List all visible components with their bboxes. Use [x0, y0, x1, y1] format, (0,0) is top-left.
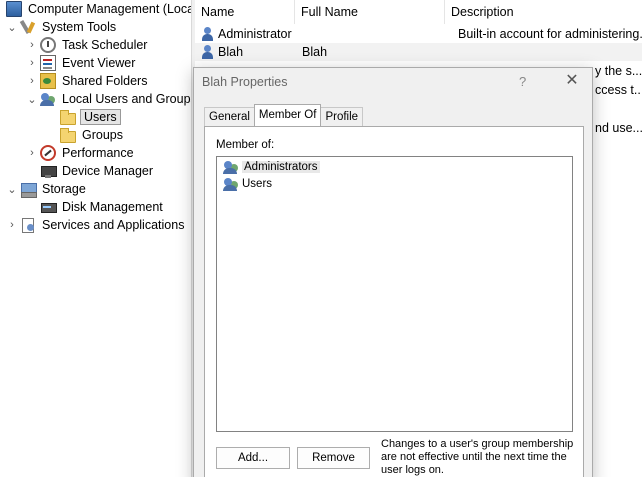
tree-item-shared-folders[interactable]: › Shared Folders	[26, 72, 149, 90]
group-label: Users	[242, 178, 273, 190]
tree-item-computer-management[interactable]: Computer Management (Local	[0, 0, 191, 18]
expander	[46, 126, 58, 144]
tree-item-label: Services and Applications	[42, 218, 185, 232]
column-header-full-name[interactable]: Full Name	[295, 0, 445, 24]
chevron-down-icon[interactable]: ⌄	[6, 180, 18, 198]
hidden-description: ccess t...	[595, 83, 642, 97]
chevron-right-icon[interactable]: ›	[26, 72, 38, 90]
users-groups-icon	[40, 91, 56, 107]
group-icon	[223, 176, 239, 192]
tree-item-label: Disk Management	[62, 200, 163, 214]
cell-description: Built-in account for administering...	[458, 27, 642, 41]
tree-item-label: Users	[80, 109, 121, 125]
tree-item-label: System Tools	[42, 20, 117, 34]
tree-item-label: Performance	[62, 146, 134, 160]
group-item-administrators[interactable]: Administrators	[223, 159, 320, 175]
tree-item-users[interactable]: Users	[46, 108, 121, 126]
list-row-administrator[interactable]: Administrator Built-in account for admin…	[195, 25, 642, 43]
dialog-title: Blah Properties	[202, 75, 288, 89]
cell-name: Blah	[218, 45, 244, 59]
chevron-right-icon[interactable]: ›	[26, 54, 38, 72]
tree-item-label: Local Users and Groups	[62, 92, 191, 106]
chevron-right-icon[interactable]: ›	[26, 36, 38, 54]
folder-icon	[60, 128, 76, 143]
tree-item-label: Task Scheduler	[62, 38, 148, 52]
close-icon[interactable]: ✕	[562, 71, 582, 91]
tree-item-label: Computer Management (Local	[28, 2, 191, 16]
services-icon	[20, 217, 36, 233]
expander	[46, 108, 58, 126]
tree-item-groups[interactable]: Groups	[46, 126, 125, 144]
member-of-label: Member of:	[216, 139, 275, 151]
membership-note: Changes to a user's group membership are…	[381, 438, 574, 476]
chevron-right-icon[interactable]: ›	[26, 144, 38, 162]
tree-item-task-scheduler[interactable]: › Task Scheduler	[26, 36, 149, 54]
column-header-description[interactable]: Description	[445, 0, 642, 24]
storage-icon	[20, 181, 37, 198]
tree-item-storage[interactable]: ⌄ Storage	[6, 180, 88, 198]
cell-full-name: Blah	[302, 45, 328, 59]
user-icon	[200, 26, 216, 42]
list-header: Name Full Name Description	[195, 0, 642, 24]
console-tree: Computer Management (Local ⌄ System Tool…	[0, 0, 191, 477]
computer-icon	[6, 1, 22, 17]
hidden-description: nd use...	[595, 121, 642, 135]
tree-item-label: Groups	[82, 128, 123, 142]
remove-button[interactable]: Remove	[297, 447, 370, 469]
groups-listbox[interactable]: Administrators Users	[216, 156, 573, 432]
hidden-description: y the s...	[595, 64, 642, 78]
clock-icon	[40, 37, 56, 53]
tree-item-label: Shared Folders	[62, 74, 148, 88]
shared-folder-icon	[40, 73, 56, 89]
tab-profile[interactable]: Profile	[320, 107, 364, 126]
tree-item-services-applications[interactable]: › Services and Applications	[6, 216, 186, 234]
group-item-users[interactable]: Users	[223, 176, 272, 192]
performance-icon	[40, 145, 56, 161]
event-viewer-icon	[40, 55, 56, 71]
help-button[interactable]: ?	[519, 74, 526, 89]
add-button[interactable]: Add...	[216, 447, 290, 469]
group-label: Administrators	[242, 161, 320, 173]
device-manager-icon	[40, 163, 57, 179]
group-icon	[223, 159, 239, 175]
cell-name: Administrator	[218, 27, 292, 41]
tab-strip: General Member Of Profile	[204, 104, 364, 126]
expander	[26, 198, 38, 216]
expander	[26, 162, 38, 180]
tree-item-performance[interactable]: › Performance	[26, 144, 136, 162]
folder-icon	[60, 110, 76, 125]
disk-icon	[40, 199, 57, 215]
user-icon	[200, 44, 216, 60]
tools-icon	[20, 19, 36, 35]
tab-general[interactable]: General	[204, 107, 255, 126]
tree-item-local-users-groups[interactable]: ⌄ Local Users and Groups	[26, 90, 191, 108]
column-header-name[interactable]: Name	[195, 0, 295, 24]
tree-item-event-viewer[interactable]: › Event Viewer	[26, 54, 137, 72]
tree-item-system-tools[interactable]: ⌄ System Tools	[6, 18, 118, 36]
chevron-down-icon[interactable]: ⌄	[6, 18, 18, 36]
chevron-down-icon[interactable]: ⌄	[26, 90, 38, 108]
tree-item-label: Device Manager	[62, 164, 154, 178]
tab-member-of[interactable]: Member Of	[253, 104, 322, 126]
tree-item-label: Event Viewer	[62, 56, 136, 70]
chevron-right-icon[interactable]: ›	[6, 216, 18, 234]
tree-item-device-manager[interactable]: Device Manager	[26, 162, 155, 180]
tree-item-label: Storage	[42, 182, 86, 196]
list-row-blah[interactable]: Blah Blah	[195, 43, 642, 61]
member-of-page: Member of: Administrators Users Add... R…	[204, 126, 584, 477]
properties-dialog: Blah Properties ? ✕ General Member Of Pr…	[193, 67, 593, 477]
tree-item-disk-management[interactable]: Disk Management	[26, 198, 165, 216]
